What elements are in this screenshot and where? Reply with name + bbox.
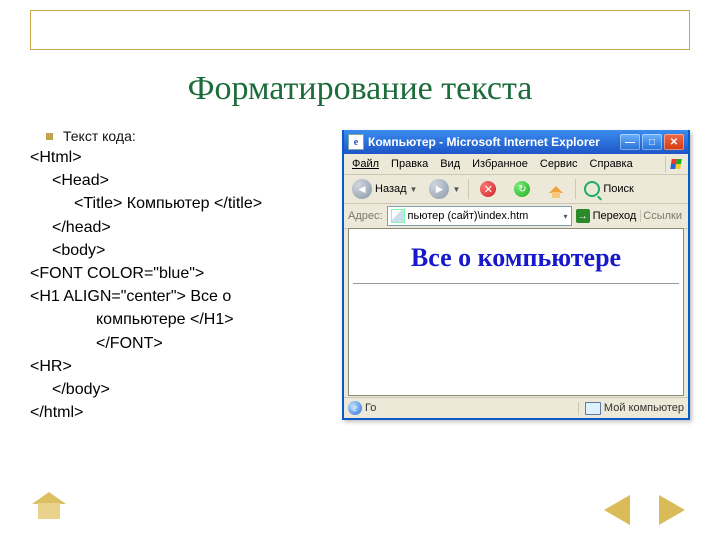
address-bar: Адрес: пьютер (сайт)\index.htm ▾ → Перех…	[344, 204, 688, 229]
search-label: Поиск	[603, 183, 633, 195]
toolbar: ◄ Назад ▼ ► ▼ ✕ ↻ Поиск	[344, 175, 688, 204]
address-label: Адрес:	[348, 210, 383, 222]
go-button[interactable]: → Переход	[576, 209, 637, 223]
address-value: пьютер (сайт)\index.htm	[408, 210, 529, 222]
page-heading: Все о компьютере	[353, 243, 679, 273]
prev-slide-button[interactable]	[604, 495, 630, 525]
bullet-label: Текст кода:	[63, 128, 136, 144]
page-hr	[353, 283, 679, 284]
menu-favorites[interactable]: Избранное	[466, 158, 534, 170]
code-line: <Html>	[30, 146, 350, 169]
windows-flag-icon	[665, 156, 686, 172]
go-arrow-icon: →	[576, 209, 590, 223]
page-viewport: Все о компьютере	[348, 228, 684, 396]
address-input[interactable]: пьютер (сайт)\index.htm ▾	[387, 206, 572, 226]
refresh-icon: ↻	[514, 181, 530, 197]
status-bar: e Го Мой компьютер	[344, 397, 688, 418]
code-listing: <Html> <Head> <Title> Компьютер </title>…	[30, 146, 350, 424]
toolbar-separator	[575, 179, 576, 199]
code-line: <H1 ALIGN="center"> Все о	[30, 285, 350, 308]
status-text-right: Мой компьютер	[604, 402, 684, 414]
code-line: <HR>	[30, 355, 350, 378]
page-icon	[391, 209, 405, 223]
code-line: </html>	[30, 401, 350, 424]
code-line: компьютере </H1>	[96, 308, 350, 331]
stop-icon: ✕	[480, 181, 496, 197]
stop-button[interactable]: ✕	[473, 177, 503, 201]
minimize-button[interactable]: —	[620, 134, 640, 150]
forward-button[interactable]: ► ▼	[425, 177, 464, 201]
menu-bar: Файл Правка Вид Избранное Сервис Справка	[344, 154, 688, 175]
toolbar-separator	[468, 179, 469, 199]
menu-edit[interactable]: Правка	[385, 158, 434, 170]
chevron-down-icon: ▼	[452, 185, 460, 194]
code-line: </body>	[52, 378, 350, 401]
menu-view[interactable]: Вид	[434, 158, 466, 170]
go-label: Переход	[593, 210, 637, 222]
maximize-button[interactable]: □	[642, 134, 662, 150]
computer-icon	[585, 402, 601, 415]
bullet-icon	[46, 133, 53, 140]
back-label: Назад	[375, 183, 407, 195]
home-icon	[547, 181, 565, 197]
slide: Форматирование текста Текст кода: <Html>…	[0, 0, 720, 540]
search-icon	[584, 181, 600, 197]
home-button[interactable]	[541, 177, 571, 201]
window-title: Компьютер - Microsoft Internet Explorer	[368, 135, 616, 149]
code-line: <Head>	[52, 169, 350, 192]
decorative-frame	[30, 10, 690, 50]
code-line: <body>	[52, 239, 350, 262]
bullet-row: Текст кода:	[46, 128, 136, 144]
code-line: </FONT>	[96, 332, 350, 355]
window-titlebar[interactable]: e Компьютер - Microsoft Internet Explore…	[344, 130, 688, 154]
search-button[interactable]: Поиск	[580, 177, 637, 201]
back-arrow-icon: ◄	[352, 179, 372, 199]
chevron-down-icon[interactable]: ▾	[564, 212, 568, 221]
code-line: <Title> Компьютер </title>	[74, 192, 350, 215]
close-button[interactable]: ✕	[664, 134, 684, 150]
links-label[interactable]: Ссылки	[640, 210, 684, 222]
code-line: <FONT COLOR="blue">	[30, 262, 350, 285]
status-text-left: Го	[365, 402, 376, 414]
forward-arrow-icon: ►	[429, 179, 449, 199]
ie-status-icon: e	[348, 401, 362, 415]
nav-arrows	[0, 490, 720, 540]
code-line: </head>	[52, 216, 350, 239]
menu-help[interactable]: Справка	[584, 158, 639, 170]
ie-icon: e	[348, 134, 364, 150]
menu-file[interactable]: Файл	[346, 158, 385, 170]
menu-tools[interactable]: Сервис	[534, 158, 584, 170]
browser-window: e Компьютер - Microsoft Internet Explore…	[342, 130, 690, 420]
refresh-button[interactable]: ↻	[507, 177, 537, 201]
back-button[interactable]: ◄ Назад ▼	[348, 177, 421, 201]
next-slide-button[interactable]	[659, 495, 685, 525]
chevron-down-icon: ▼	[410, 185, 418, 194]
slide-title: Форматирование текста	[0, 70, 720, 108]
